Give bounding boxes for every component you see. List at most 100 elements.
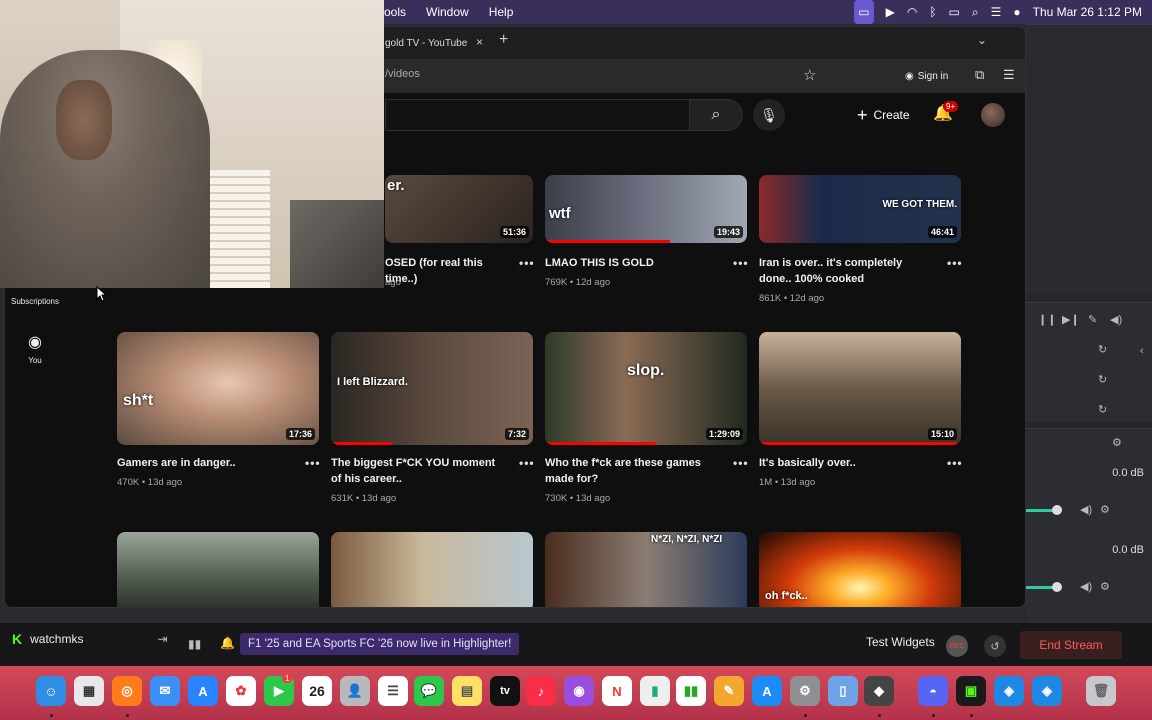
menu-help[interactable]: Help: [489, 5, 514, 19]
logout-icon[interactable]: ⇥: [157, 632, 167, 646]
reminders-icon[interactable]: ☰: [378, 676, 408, 706]
announcement-banner[interactable]: F1 '25 and EA Sports FC '26 now live in …: [240, 633, 520, 655]
replay-icon[interactable]: ↺: [984, 635, 1006, 657]
more-options-button[interactable]: •••: [733, 456, 749, 470]
apple-tv-icon[interactable]: tv: [490, 676, 520, 706]
finder-icon[interactable]: ☺: [36, 676, 66, 706]
volume-slider-knob[interactable]: [1052, 582, 1062, 592]
calendar-icon[interactable]: 26: [302, 676, 332, 706]
menu-icon[interactable]: ☰: [1003, 67, 1015, 83]
refresh-icon[interactable]: ↻: [1098, 403, 1107, 416]
photos-icon[interactable]: ✿: [226, 676, 256, 706]
streamlabs-icon[interactable]: ▣: [956, 676, 986, 706]
pause-icon[interactable]: ❙❙: [1038, 313, 1056, 326]
music-icon[interactable]: ♪: [526, 676, 556, 706]
sidebar-item-you[interactable]: ◉ You: [5, 332, 65, 365]
search-button[interactable]: ⌕: [689, 99, 743, 131]
discord-icon[interactable]: ◓: [918, 676, 948, 706]
pages-icon[interactable]: ✎: [714, 676, 744, 706]
video-thumbnail[interactable]: [331, 532, 533, 607]
bookmark-star-icon[interactable]: ☆: [803, 66, 816, 84]
more-options-button[interactable]: •••: [947, 456, 963, 470]
keynote-icon[interactable]: ▮: [640, 676, 670, 706]
video-title[interactable]: OSED (for real this time..): [385, 255, 515, 287]
play-icon[interactable]: ▶: [886, 0, 895, 24]
mic-mute-icon[interactable]: ✎: [1088, 313, 1097, 326]
video-thumbnail[interactable]: slop. 1:29:09: [545, 332, 747, 445]
app-store-icon[interactable]: A: [188, 676, 218, 706]
video-thumbnail[interactable]: WE GOT THEM. 46:41: [759, 175, 961, 243]
spotlight-icon[interactable]: ⌕: [972, 0, 979, 24]
more-options-button[interactable]: •••: [519, 456, 535, 470]
video-title[interactable]: It's basically over..: [759, 455, 929, 471]
video-title[interactable]: LMAO THIS IS GOLD: [545, 255, 715, 271]
end-stream-button[interactable]: End Stream: [1020, 631, 1122, 659]
launchpad-icon[interactable]: ▦: [74, 676, 104, 706]
collapse-icon[interactable]: ‹: [1140, 345, 1144, 357]
news-icon[interactable]: N: [602, 676, 632, 706]
safari-icon[interactable]: ◈: [994, 676, 1024, 706]
video-title[interactable]: Gamers are in danger..: [117, 455, 287, 471]
stats-icon[interactable]: ▮▮: [188, 637, 201, 651]
menu-tools[interactable]: ools: [384, 5, 406, 19]
logic-icon[interactable]: ◆: [864, 676, 894, 706]
chevron-down-icon[interactable]: ⌄: [977, 33, 987, 47]
notes-icon[interactable]: ▤: [452, 676, 482, 706]
refresh-icon[interactable]: ↻: [1098, 373, 1107, 386]
more-options-button[interactable]: •••: [305, 456, 321, 470]
volume-icon[interactable]: ◀): [1110, 313, 1122, 326]
refresh-icon[interactable]: ↻: [1098, 343, 1107, 356]
preview-icon[interactable]: ▯: [828, 676, 858, 706]
messages-icon[interactable]: 💬: [414, 676, 444, 706]
browser-tab[interactable]: gold TV - YouTube ×: [385, 31, 489, 55]
create-button[interactable]: + Create: [845, 101, 922, 129]
signin-button[interactable]: ◉ Sign in: [905, 66, 948, 86]
url-field[interactable]: /videos: [385, 68, 420, 80]
podcasts-icon[interactable]: ◉: [564, 676, 594, 706]
video-thumbnail[interactable]: er. 51:36: [385, 175, 533, 243]
clock[interactable]: Thu Mar 26 1:12 PM: [1033, 5, 1142, 19]
video-thumbnail[interactable]: [117, 532, 319, 607]
trash-icon[interactable]: 🗑: [1086, 676, 1116, 706]
battery-icon[interactable]: ▭: [949, 0, 960, 24]
video-title[interactable]: Iran is over.. it's completely done.. 10…: [759, 255, 929, 287]
numbers-icon[interactable]: ▮▮: [676, 676, 706, 706]
record-button[interactable]: REC: [946, 635, 968, 657]
sidebar-item-subscriptions[interactable]: Subscriptions: [5, 297, 65, 306]
speaker-icon[interactable]: ◀): [1080, 503, 1092, 516]
screen-share-icon[interactable]: ▭: [854, 0, 874, 24]
search-input[interactable]: [385, 99, 689, 131]
video-thumbnail[interactable]: I left Blizzard. 7:32: [331, 332, 533, 445]
safari-alt-icon[interactable]: ◈: [1032, 676, 1062, 706]
video-thumbnail[interactable]: sh*t 17:36: [117, 332, 319, 445]
video-title[interactable]: The biggest F*CK YOU moment of his caree…: [331, 455, 501, 487]
app-store-alt-icon[interactable]: A: [752, 676, 782, 706]
channel-info[interactable]: K watchmks ⇥: [12, 631, 168, 647]
skip-icon[interactable]: ▶❙: [1062, 313, 1080, 326]
mail-icon[interactable]: ✉: [150, 676, 180, 706]
more-options-button[interactable]: •••: [519, 256, 535, 270]
gear-icon[interactable]: ⚙: [1112, 436, 1122, 449]
notification-bell-icon[interactable]: 🔔: [220, 636, 235, 650]
video-thumbnail[interactable]: wtf 19:43: [545, 175, 747, 243]
firefox-icon[interactable]: ◎: [112, 676, 142, 706]
video-thumbnail[interactable]: N*ZI, N*ZI, N*ZI: [545, 532, 747, 607]
more-options-button[interactable]: •••: [733, 256, 749, 270]
gear-icon[interactable]: ⚙: [1100, 503, 1110, 516]
test-widgets-button[interactable]: Test Widgets: [866, 635, 935, 649]
voice-search-button[interactable]: 🎙: [753, 99, 785, 131]
volume-slider-knob[interactable]: [1052, 505, 1062, 515]
siri-icon[interactable]: ●: [1013, 0, 1020, 24]
settings-icon[interactable]: ⚙: [790, 676, 820, 706]
new-tab-button[interactable]: +: [499, 31, 508, 49]
close-icon[interactable]: ×: [476, 35, 483, 49]
video-thumbnail[interactable]: 15:10: [759, 332, 961, 445]
control-center-icon[interactable]: ☰: [991, 0, 1002, 24]
avatar[interactable]: [981, 103, 1005, 127]
bluetooth-icon[interactable]: ᛒ: [929, 0, 936, 24]
extensions-icon[interactable]: ⧉: [975, 67, 984, 83]
contacts-icon[interactable]: 👤: [340, 676, 370, 706]
video-thumbnail[interactable]: oh f*ck..: [759, 532, 961, 607]
gear-icon[interactable]: ⚙: [1100, 580, 1110, 593]
speaker-icon[interactable]: ◀): [1080, 580, 1092, 593]
